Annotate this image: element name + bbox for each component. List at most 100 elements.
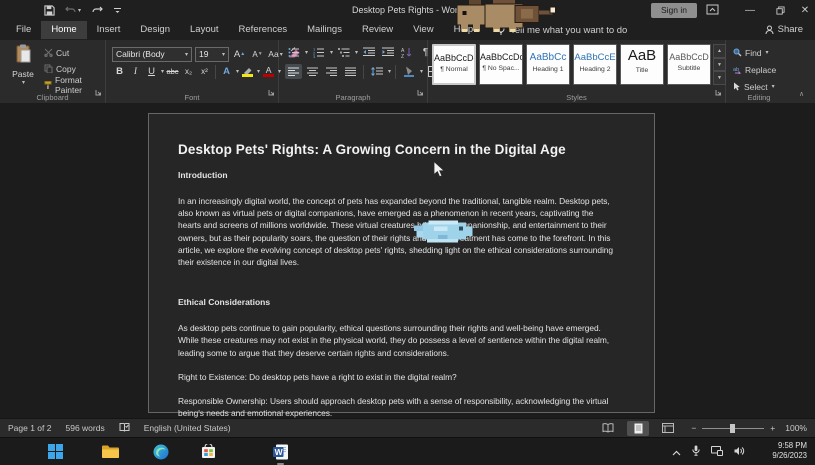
- font-family-select[interactable]: Calibri (Body▾: [112, 47, 192, 62]
- align-center-button[interactable]: [304, 64, 321, 79]
- ribbon-display-options-icon[interactable]: [706, 4, 719, 17]
- tray-chevron-icon[interactable]: [672, 443, 681, 461]
- bullets-dropdown[interactable]: ▾: [305, 49, 308, 56]
- share-button[interactable]: Share: [765, 24, 803, 35]
- redo-icon[interactable]: [91, 5, 103, 15]
- style-normal[interactable]: AaBbCcDc ¶ Normal: [432, 44, 476, 85]
- find-button[interactable]: Find▾: [733, 46, 776, 59]
- multilevel-dropdown[interactable]: ▾: [355, 49, 358, 56]
- language-indicator[interactable]: English (United States): [144, 423, 231, 433]
- subscript-button[interactable]: x₂: [181, 64, 196, 79]
- sign-in-button[interactable]: Sign in: [651, 3, 697, 18]
- tab-layout[interactable]: Layout: [180, 21, 229, 39]
- print-layout-button[interactable]: [627, 421, 649, 436]
- font-color-button[interactable]: A: [261, 64, 276, 79]
- styles-dialog-launcher[interactable]: [715, 83, 722, 101]
- read-mode-button[interactable]: [597, 421, 619, 436]
- line-spacing-dropdown[interactable]: ▾: [388, 68, 391, 75]
- tab-home[interactable]: Home: [41, 21, 86, 39]
- taskbar-clock[interactable]: 9:58 PM 9/26/2023: [772, 441, 807, 461]
- decrease-indent-button[interactable]: [360, 45, 377, 60]
- word-taskbar-icon[interactable]: W: [270, 441, 291, 462]
- customize-qat-icon[interactable]: [113, 6, 122, 15]
- increase-indent-button[interactable]: [379, 45, 396, 60]
- select-button[interactable]: Select▾: [733, 80, 776, 93]
- file-explorer-icon[interactable]: [100, 441, 121, 462]
- font-size-select[interactable]: 19▾: [195, 47, 229, 62]
- tab-insert[interactable]: Insert: [87, 21, 131, 39]
- tab-view[interactable]: View: [403, 21, 443, 39]
- start-button[interactable]: [45, 441, 66, 462]
- edge-browser-icon[interactable]: [150, 441, 171, 462]
- bullets-button[interactable]: [285, 45, 302, 60]
- proofing-icon[interactable]: [119, 422, 130, 435]
- network-icon[interactable]: [711, 443, 723, 461]
- zoom-slider[interactable]: [702, 428, 764, 429]
- style-heading2[interactable]: AaBbCcE Heading 2: [573, 44, 617, 85]
- microphone-icon[interactable]: [692, 443, 700, 461]
- collapse-ribbon-icon[interactable]: ∧: [799, 90, 804, 98]
- underline-dropdown[interactable]: ▾: [161, 68, 164, 75]
- style-title[interactable]: AaB Title: [620, 44, 664, 85]
- grow-font-button[interactable]: A▲: [232, 47, 247, 62]
- align-right-button[interactable]: [323, 64, 340, 79]
- styles-scroll-down[interactable]: ▼: [713, 58, 726, 72]
- text-effects-button[interactable]: A: [219, 64, 234, 79]
- numbering-dropdown[interactable]: ▾: [330, 49, 333, 56]
- paste-button[interactable]: Paste ▾: [8, 44, 38, 86]
- undo-icon[interactable]: ▾: [65, 5, 81, 15]
- style-subtitle[interactable]: AaBbCcD Subtitle: [667, 44, 711, 85]
- font-dialog-launcher[interactable]: [268, 83, 275, 101]
- copy-button[interactable]: Copy: [44, 62, 105, 75]
- tab-design[interactable]: Design: [130, 21, 180, 39]
- cut-button[interactable]: Cut: [44, 46, 105, 59]
- rat-pet-sprite[interactable]: [453, 0, 557, 32]
- tab-mailings[interactable]: Mailings: [297, 21, 352, 39]
- paste-dropdown[interactable]: ▾: [9, 79, 38, 86]
- zoom-in-button[interactable]: +: [770, 423, 775, 433]
- styles-scroll-up[interactable]: ▲: [713, 44, 726, 58]
- microsoft-store-icon[interactable]: [198, 441, 219, 462]
- word-count[interactable]: 596 words: [65, 423, 104, 433]
- highlight-dropdown[interactable]: ▾: [257, 68, 260, 75]
- superscript-button[interactable]: x²: [197, 64, 212, 79]
- sort-button[interactable]: AZ: [398, 45, 415, 60]
- page-indicator[interactable]: Page 1 of 2: [8, 423, 51, 433]
- document-page[interactable]: Desktop Pets' Rights: A Growing Concern …: [148, 113, 655, 413]
- justify-button[interactable]: [342, 64, 359, 79]
- multilevel-list-button[interactable]: [335, 45, 352, 60]
- clipboard-dialog-launcher[interactable]: [95, 83, 102, 101]
- editing-group-label: Editing: [726, 93, 792, 102]
- numbering-button[interactable]: 123: [310, 45, 327, 60]
- shrink-font-button[interactable]: A▼: [250, 47, 265, 62]
- line-spacing-button[interactable]: [368, 64, 385, 79]
- text-effects-dropdown[interactable]: ▾: [236, 68, 239, 75]
- tab-references[interactable]: References: [229, 21, 298, 39]
- zoom-level[interactable]: 100%: [785, 423, 807, 433]
- zoom-out-button[interactable]: −: [691, 423, 696, 433]
- tab-file[interactable]: File: [6, 21, 41, 39]
- italic-button[interactable]: I: [128, 64, 143, 79]
- minimize-button[interactable]: —: [735, 0, 765, 20]
- svg-text:3: 3: [313, 54, 316, 58]
- save-icon[interactable]: [44, 5, 55, 16]
- fish-pet-sprite[interactable]: [414, 219, 478, 244]
- clipboard-group-label: Clipboard: [0, 93, 105, 102]
- close-button[interactable]: ✕: [790, 0, 815, 20]
- paragraph-dialog-launcher[interactable]: [417, 83, 424, 101]
- zoom-slider-handle[interactable]: [730, 424, 735, 433]
- shading-dropdown[interactable]: ▾: [420, 68, 423, 75]
- web-layout-button[interactable]: [657, 421, 679, 436]
- style-heading1[interactable]: AaBbCс Heading 1: [526, 44, 570, 85]
- person-icon: [765, 25, 774, 35]
- speaker-icon[interactable]: [734, 443, 745, 461]
- replace-button[interactable]: ab Replace: [733, 63, 776, 76]
- strikethrough-button[interactable]: abc: [165, 64, 180, 79]
- bold-button[interactable]: B: [112, 64, 127, 79]
- underline-button[interactable]: U: [144, 64, 159, 79]
- highlight-button[interactable]: [240, 64, 255, 79]
- shading-button[interactable]: [400, 64, 417, 79]
- align-left-button[interactable]: [285, 64, 302, 79]
- tab-review[interactable]: Review: [352, 21, 403, 39]
- style-no-spacing[interactable]: AaBbCcDc ¶ No Spac...: [479, 44, 523, 85]
